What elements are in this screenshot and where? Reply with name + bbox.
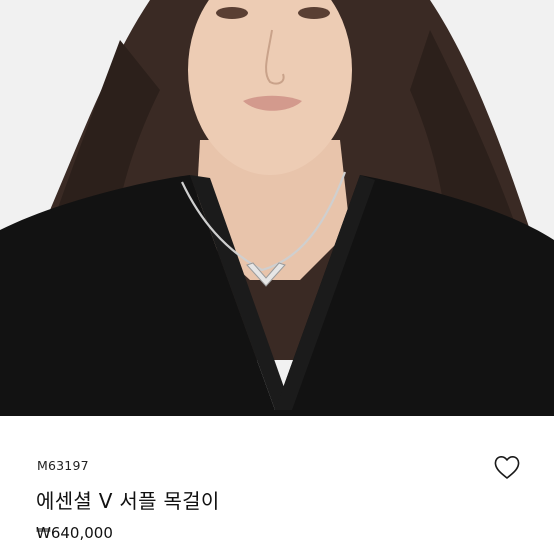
heart-outline-icon [494,455,520,479]
product-sku: M63197 [37,458,89,473]
product-price: ₩640,000 [36,524,113,542]
wishlist-button[interactable] [493,454,521,480]
product-image[interactable] [0,0,554,416]
product-title[interactable]: 에센셜 V 서플 목걸이 [36,485,220,514]
model-photo-illustration [0,0,554,416]
product-info: M63197 에센셜 V 서플 목걸이 ₩640,000 [0,416,554,554]
